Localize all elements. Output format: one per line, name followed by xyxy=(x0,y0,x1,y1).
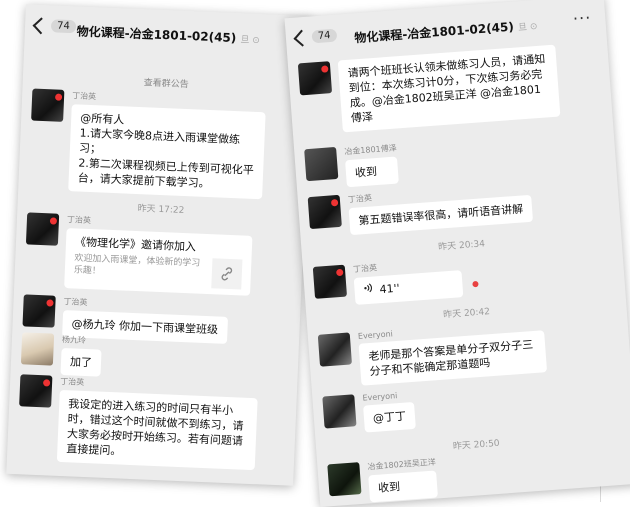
sender-name: Everyoni xyxy=(362,391,398,403)
message-bubble[interactable]: 收到 xyxy=(368,470,439,503)
message-bubble[interactable]: 我设定的进入练习的时间只有半小时，错过这个时间就做不到练习，请大家务必按时开始练… xyxy=(56,389,258,471)
card-description: 欢迎加入雨课堂，体验新的学习乐趣！ xyxy=(73,253,201,277)
link-icon xyxy=(211,258,243,290)
badge-dot-icon xyxy=(54,93,63,101)
voice-duration: 41'' xyxy=(379,281,401,297)
badge-dot-icon xyxy=(321,65,329,73)
more-options-icon[interactable]: ··· xyxy=(572,8,592,28)
avatar[interactable] xyxy=(327,462,362,497)
message-body: 丁治英 第五题错误率很高，请听语音讲解 xyxy=(348,181,534,236)
avatar[interactable] xyxy=(31,88,65,122)
message-bubble[interactable]: 加了 xyxy=(60,347,102,377)
sender-name: 冶金1801傅泽 xyxy=(344,143,397,157)
unread-dot-icon xyxy=(472,280,479,288)
left-chat-screenshot: 74 物化课程-冶金1801-02(45) 旦 ⊙ 查看群公告 丁治英 @所有人… xyxy=(6,4,313,486)
badge-dot-icon xyxy=(330,198,339,207)
chat-title-suffix: 旦 ⊙ xyxy=(517,21,538,34)
voice-message-bubble[interactable]: 41'' xyxy=(353,270,464,305)
chat-title-text: 物化课程-冶金1801-02(45) xyxy=(353,19,515,46)
message-item: 丁治英 我设定的进入练习的时间只有半小时，错过这个时间就做不到练习，请大家务必按… xyxy=(17,374,287,471)
avatar[interactable] xyxy=(322,394,357,429)
message-bubble[interactable]: 收到 xyxy=(345,156,400,188)
link-card[interactable]: 《物理化学》邀请你加入 欢迎加入雨课堂，体验新的学习乐趣！ xyxy=(64,228,253,296)
badge-dot-icon xyxy=(42,379,51,387)
message-body: 冶金1801傅泽 收到 xyxy=(344,143,400,188)
message-body: 冶金1802班吴正洋 收到 xyxy=(367,457,439,503)
voice-row: 41'' xyxy=(353,269,480,305)
message-bubble[interactable]: @所有人 1.请大家今晚8点进入雨课堂做练习； 2.第二次课程视频已上传到可视化… xyxy=(68,104,266,200)
message-body: Everyoni 老师是那个答案是单分子双分子三分子和不能确定那道题吗 xyxy=(358,318,548,386)
avatar[interactable] xyxy=(317,332,353,367)
message-body: 丁治英 @所有人 1.请大家今晚8点进入雨课堂做练习； 2.第二次课程视频已上传… xyxy=(68,90,266,200)
badge-dot-icon xyxy=(49,217,58,225)
card-content: 欢迎加入雨课堂，体验新的学习乐趣！ xyxy=(73,252,243,290)
avatar[interactable] xyxy=(312,264,348,299)
message-body: 丁治英 我设定的进入练习的时间只有半小时，错过这个时间就做不到练习，请大家务必按… xyxy=(56,376,258,471)
message-item: 丁治英 @所有人 1.请大家今晚8点进入雨课堂做练习； 2.第二次课程视频已上传… xyxy=(28,88,299,201)
message-body: Everyoni @丁丁 xyxy=(362,390,416,433)
avatar[interactable] xyxy=(20,332,55,366)
chat-title-suffix: 旦 ⊙ xyxy=(240,35,260,47)
right-chat-screenshot: 74 物化课程-冶金1801-02(45) 旦 ⊙ ··· 请两个班班长认领未做… xyxy=(284,0,630,507)
avatar[interactable] xyxy=(307,194,342,230)
sender-name: 杨九玲 xyxy=(61,335,87,345)
badge-dot-icon xyxy=(336,268,344,277)
message-body: 请两个班班长认领未做练习人员，请通知到位：本次练习计0分，下次练习务必完成。@冶… xyxy=(337,44,561,133)
message-item: 丁治英 《物理化学》邀请你加入 欢迎加入雨课堂，体验新的学习乐趣！ xyxy=(24,212,294,297)
message-body: 杨九玲 加了 xyxy=(60,334,102,377)
avatar[interactable] xyxy=(25,212,60,246)
message-bubble[interactable]: @丁丁 xyxy=(363,401,416,433)
message-bubble[interactable]: 请两个班班长认领未做练习人员，请通知到位：本次练习计0分，下次练习务必完成。@冶… xyxy=(337,44,561,133)
chat-title: 物化课程-冶金1801-02(45) 旦 ⊙ xyxy=(25,20,312,49)
sender-name: 冶金1802班吴正洋 xyxy=(367,457,437,472)
avatar[interactable] xyxy=(304,146,339,182)
chat-title-text: 物化课程-冶金1801-02(45) xyxy=(76,24,237,46)
voice-icon xyxy=(363,283,374,299)
nav-bar: 74 物化课程-冶金1801-02(45) 旦 ⊙ xyxy=(24,4,313,60)
avatar[interactable] xyxy=(297,61,333,96)
avatar[interactable] xyxy=(22,294,56,328)
message-body: 丁治英 《物理化学》邀请你加入 欢迎加入雨课堂，体验新的学习乐趣！ xyxy=(64,214,253,296)
avatar[interactable] xyxy=(19,374,53,408)
badge-dot-icon xyxy=(46,299,54,307)
message-body: 丁治英 41'' xyxy=(353,255,480,305)
